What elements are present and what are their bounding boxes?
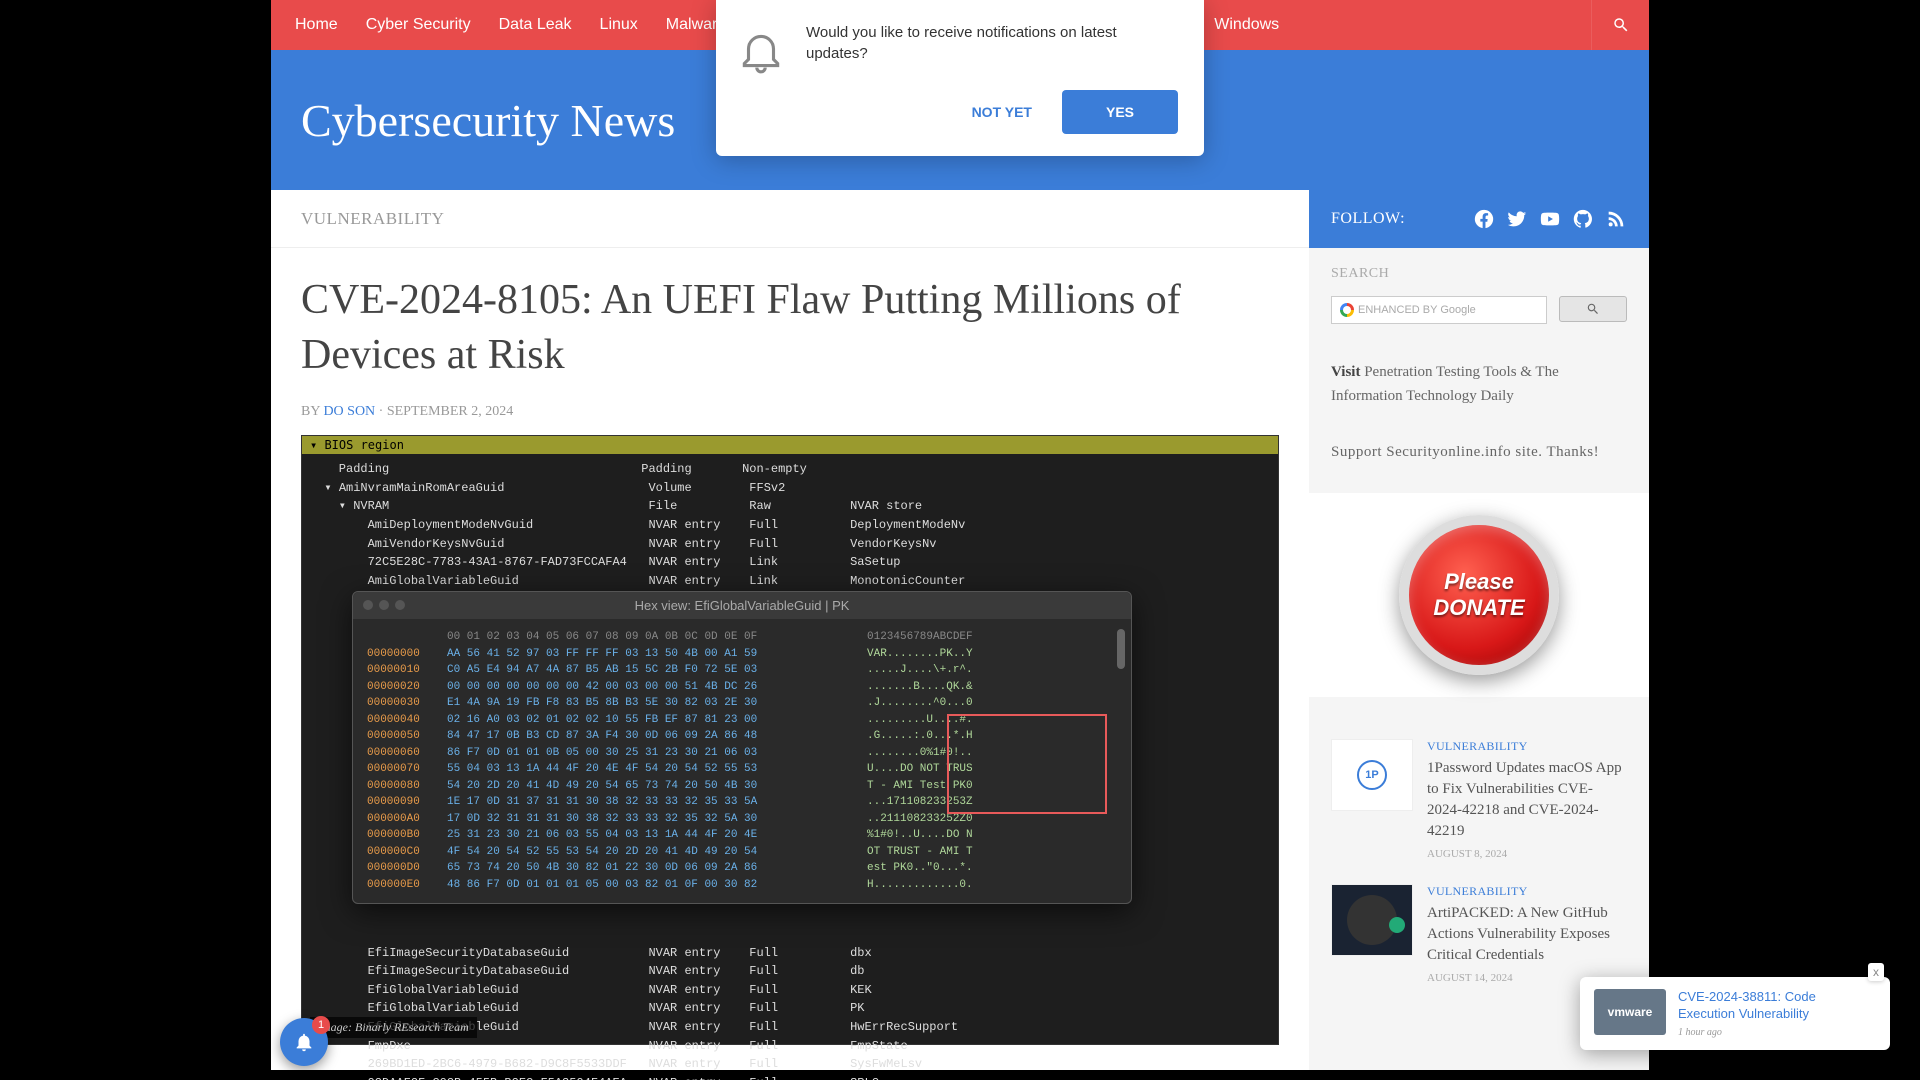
rss-icon[interactable] <box>1605 208 1627 230</box>
not-yet-button[interactable]: NOT YET <box>960 96 1044 128</box>
zoom-dot-icon <box>395 600 405 610</box>
toast-time: 1 hour ago <box>1678 1027 1876 1038</box>
toast-brand-badge: vmware <box>1594 989 1666 1035</box>
nav-home[interactable]: Home <box>281 1 352 49</box>
site-title[interactable]: Cybersecurity News <box>301 94 675 147</box>
nav-data-leak[interactable]: Data Leak <box>485 1 586 49</box>
article-date: SEPTEMBER 2, 2024 <box>387 404 513 419</box>
toast-brand-text: vmware <box>1608 1005 1653 1019</box>
search-placeholder: ENHANCED BY Google <box>1358 304 1476 316</box>
toast-title[interactable]: CVE-2024-38811: Code Execution Vulnerabi… <box>1678 989 1876 1023</box>
search-icon <box>1586 302 1600 316</box>
notification-prompt: Would you like to receive notifications … <box>716 0 1204 156</box>
post-date: AUGUST 8, 2024 <box>1427 848 1627 860</box>
sidebar: FOLLOW: SEARCH ENHANCED BY Goog <box>1309 190 1649 1070</box>
github-avatar-icon <box>1347 895 1397 945</box>
visit-links[interactable]: Penetration Testing Tools & The Informat… <box>1331 364 1559 404</box>
article-image: ▾ BIOS region Padding Padding Non-empty … <box>301 435 1279 1045</box>
social-icons <box>1473 208 1627 230</box>
article-title: CVE-2024-8105: An UEFI Flaw Putting Mill… <box>301 273 1279 382</box>
youtube-icon[interactable] <box>1539 208 1561 230</box>
hex-window-title: Hex view: EfiGlobalVariableGuid | PK <box>353 592 1131 619</box>
yes-button[interactable]: YES <box>1062 90 1178 134</box>
window-traffic-lights <box>363 600 405 610</box>
google-logo-icon <box>1340 303 1354 317</box>
bios-region-header: ▾ BIOS region <box>302 436 1278 454</box>
author-link[interactable]: DO SON <box>323 404 375 419</box>
post-category[interactable]: VULNERABILITY <box>1427 739 1627 754</box>
facebook-icon[interactable] <box>1473 208 1495 230</box>
visit-section: Visit Penetration Testing Tools & The In… <box>1309 342 1649 426</box>
category-label[interactable]: VULNERABILITY <box>301 209 444 229</box>
donate-box: Please DONATE <box>1309 493 1649 697</box>
follow-label: FOLLOW: <box>1331 210 1405 228</box>
search-heading: SEARCH <box>1331 266 1627 282</box>
github-icon[interactable] <box>1572 208 1594 230</box>
visit-bold: Visit <box>1331 364 1360 380</box>
post-title[interactable]: 1Password Updates macOS App to Fix Vulne… <box>1427 758 1627 842</box>
article: CVE-2024-8105: An UEFI Flaw Putting Mill… <box>271 248 1309 1070</box>
search-section: SEARCH ENHANCED BY Google <box>1309 248 1649 342</box>
hex-viewer-window: Hex view: EfiGlobalVariableGuid | PK 00 … <box>352 591 1132 904</box>
donate-text-1: Please <box>1444 569 1514 595</box>
by-label: BY <box>301 404 320 419</box>
post-thumbnail <box>1331 884 1413 956</box>
notification-text: Would you like to receive notifications … <box>806 22 1178 64</box>
minimize-dot-icon <box>379 600 389 610</box>
nav-linux[interactable]: Linux <box>586 1 652 49</box>
toast-close-button[interactable]: x <box>1868 963 1884 981</box>
support-heading: Support Securityonline.info site. Thanks… <box>1331 444 1627 461</box>
hex-title-text: Hex view: EfiGlobalVariableGuid | PK <box>635 598 850 613</box>
post-category[interactable]: VULNERABILITY <box>1427 884 1627 899</box>
hex-scrollbar[interactable] <box>1117 629 1125 669</box>
visit-text: Visit Penetration Testing Tools & The In… <box>1331 360 1627 408</box>
nav-windows[interactable]: Windows <box>1200 1 1293 49</box>
google-search-input[interactable]: ENHANCED BY Google <box>1331 296 1547 324</box>
bell-icon <box>736 26 786 76</box>
twitter-icon[interactable] <box>1506 208 1528 230</box>
google-search-button[interactable] <box>1559 296 1627 322</box>
bell-icon <box>293 1031 315 1053</box>
hex-body: 00 01 02 03 04 05 06 07 08 09 0A 0B 0C 0… <box>353 619 1131 903</box>
nav-cyber-security[interactable]: Cyber Security <box>352 1 485 49</box>
image-caption: Image: Binarly REsearch Team <box>310 1017 477 1038</box>
donate-button[interactable]: Please DONATE <box>1399 515 1559 675</box>
notification-badge: 1 <box>312 1016 330 1034</box>
donate-text-2: DONATE <box>1433 595 1524 621</box>
notification-bell-bubble[interactable]: 1 <box>280 1018 328 1066</box>
toast-notification[interactable]: x vmware CVE-2024-38811: Code Execution … <box>1580 977 1890 1050</box>
search-icon <box>1612 16 1630 34</box>
related-post[interactable]: 1P VULNERABILITY 1Password Updates macOS… <box>1309 727 1649 872</box>
search-button[interactable] <box>1591 0 1649 50</box>
close-dot-icon <box>363 600 373 610</box>
follow-bar: FOLLOW: <box>1309 190 1649 248</box>
category-bar: VULNERABILITY <box>271 190 1309 248</box>
support-section: Support Securityonline.info site. Thanks… <box>1309 426 1649 493</box>
onepassword-icon: 1P <box>1357 760 1387 790</box>
post-title[interactable]: ArtiPACKED: A New GitHub Actions Vulnera… <box>1427 903 1627 966</box>
byline: BY DO SON · SEPTEMBER 2, 2024 <box>301 404 1279 420</box>
post-thumbnail: 1P <box>1331 739 1413 811</box>
